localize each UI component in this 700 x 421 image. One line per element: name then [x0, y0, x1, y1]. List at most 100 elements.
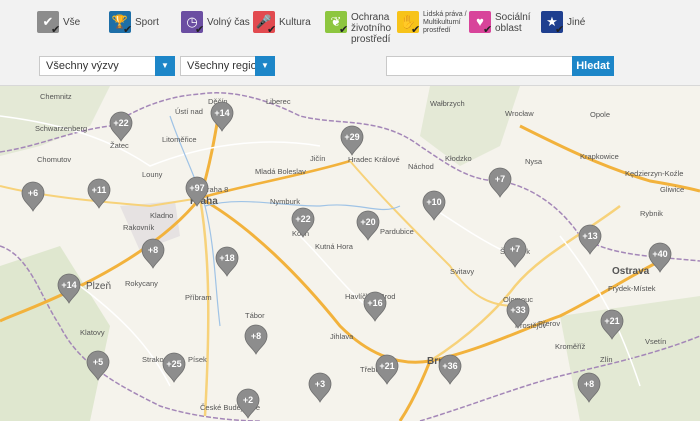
cluster-count: +16: [367, 298, 382, 308]
place-label: Gliwice: [660, 185, 684, 194]
cluster-count: +29: [344, 132, 359, 142]
place-label: Nysa: [525, 157, 543, 166]
cluster-marker[interactable]: +16: [363, 291, 387, 322]
place-label: Zlín: [600, 355, 613, 364]
place-label: Ostrava: [612, 266, 650, 277]
cluster-count: +7: [510, 244, 520, 254]
place-label: Kędzierzyn-Koźle: [625, 169, 683, 178]
place-label: Kutná Hora: [315, 242, 354, 251]
place-label: Wrocław: [505, 109, 534, 118]
checkmark-icon: ✔: [555, 24, 565, 36]
map-canvas[interactable]: ChemnitzDěčín LiberecÚstí nadSchwarzenber…: [0, 86, 700, 421]
cluster-marker[interactable]: +10: [422, 190, 446, 221]
cluster-marker[interactable]: +20: [356, 210, 380, 241]
cluster-marker[interactable]: +7: [503, 237, 527, 268]
cluster-count: +33: [510, 305, 525, 315]
cluster-marker[interactable]: +18: [215, 246, 239, 277]
cluster-marker[interactable]: +8: [244, 324, 268, 355]
place-label: Ústí nad: [175, 107, 203, 116]
cluster-count: +22: [113, 118, 128, 128]
place-label: Mladá Boleslav: [255, 167, 306, 176]
search-input[interactable]: [386, 56, 573, 76]
place-label: Wałbrzych: [430, 99, 465, 108]
place-label: Plzeň: [86, 281, 111, 292]
cluster-count: +8: [148, 245, 158, 255]
place-label: Chomutov: [37, 155, 71, 164]
cluster-marker[interactable]: +7: [488, 167, 512, 198]
cluster-marker[interactable]: +8: [141, 238, 165, 269]
cluster-count: +40: [652, 249, 667, 259]
place-label: Schwarzenberg: [35, 124, 87, 133]
place-label: Pardubice: [380, 227, 414, 236]
cluster-marker[interactable]: +2: [236, 388, 260, 419]
place-label: Rokycany: [125, 279, 158, 288]
cluster-marker[interactable]: +22: [109, 111, 133, 142]
place-label: Klatovy: [80, 328, 105, 337]
cluster-count: +10: [426, 197, 441, 207]
cluster-marker[interactable]: +13: [578, 224, 602, 255]
cluster-count: +5: [93, 357, 103, 367]
challenge-select[interactable]: Všechny výzvy ▼: [39, 56, 175, 76]
checkmark-icon: ✔: [339, 24, 349, 36]
place-label: Tábor: [245, 311, 265, 320]
place-label: Svitavy: [450, 267, 474, 276]
checkmark-icon: ✔: [483, 24, 493, 36]
cluster-marker[interactable]: +14: [210, 101, 234, 132]
map[interactable]: Chemnitz Děčín Liberec Ústí nad Schwarzenber…: [0, 86, 700, 421]
place-label: Kroměříž: [555, 342, 586, 351]
checkmark-icon: ✔: [411, 24, 421, 36]
place-label: Louny: [142, 170, 163, 179]
challenge-select-value: Všechny výzvy: [46, 60, 119, 72]
cluster-marker[interactable]: +11: [87, 178, 111, 209]
place-label: Rybnik: [640, 209, 663, 218]
region-select[interactable]: Všechny regiony ▼: [180, 56, 275, 76]
place-label: Liberec: [266, 97, 291, 106]
place-label: Rakovník: [123, 223, 155, 232]
cluster-count: +3: [315, 379, 325, 389]
place-label: Kłodzko: [445, 154, 472, 163]
chevron-down-icon[interactable]: ▼: [155, 56, 175, 76]
category-label: Vše: [63, 17, 81, 28]
cluster-count: +8: [584, 379, 594, 389]
cluster-marker[interactable]: +36: [438, 354, 462, 385]
place-label: Opole: [590, 110, 610, 119]
cluster-count: +14: [61, 280, 76, 290]
category-label: Sport: [135, 17, 159, 28]
search-button[interactable]: Hledat: [572, 56, 614, 76]
cluster-count: +18: [219, 253, 234, 263]
checkmark-icon: ✔: [267, 24, 277, 36]
cluster-count: +11: [92, 185, 107, 195]
category-label: Ochrana životního prostředí: [351, 12, 392, 45]
place-label: Kladno: [150, 211, 173, 220]
cluster-count: +13: [582, 231, 597, 241]
place-label: Krapkowice: [580, 152, 619, 161]
cluster-marker[interactable]: +29: [340, 125, 364, 156]
cluster-count: +22: [295, 214, 310, 224]
cluster-marker[interactable]: +40: [648, 242, 672, 273]
place-label: Litoměřice: [162, 135, 197, 144]
place-label: Žatec: [110, 141, 129, 150]
cluster-count: +36: [442, 361, 457, 371]
place-label: Frýdek-Místek: [608, 284, 656, 293]
cluster-marker[interactable]: +21: [375, 354, 399, 385]
category-label: Lidská práva / Multikulturní prostředí: [423, 11, 467, 34]
place-label: Vsetín: [645, 337, 666, 346]
cluster-count: +2: [243, 395, 253, 405]
place-label: Jičín: [310, 154, 325, 163]
chevron-down-icon[interactable]: ▼: [255, 56, 275, 76]
place-label: Příbram: [185, 293, 212, 302]
place-label: Písek: [188, 355, 207, 364]
cluster-marker[interactable]: +6: [21, 181, 45, 212]
place-label: Nymburk: [270, 197, 300, 206]
category-label: Kultura: [279, 17, 311, 28]
checkmark-icon: ✔: [51, 24, 61, 36]
place-label: Jihlava: [330, 332, 354, 341]
cluster-count: +14: [214, 108, 229, 118]
cluster-count: +20: [360, 217, 375, 227]
highway: [198, 197, 210, 417]
cluster-marker[interactable]: +3: [308, 372, 332, 403]
cluster-count: +21: [604, 316, 619, 326]
place-label: Náchod: [408, 162, 434, 171]
cluster-count: +97: [189, 183, 204, 193]
cluster-count: +7: [495, 174, 505, 184]
